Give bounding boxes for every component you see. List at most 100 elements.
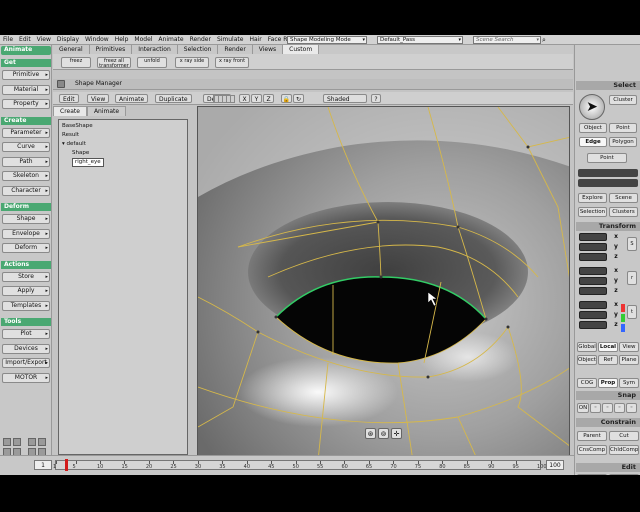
- snap-curve-icon[interactable]: ◦: [614, 403, 625, 413]
- explore-clusters-button[interactable]: Clusters: [609, 207, 638, 217]
- plot-button[interactable]: Plot ▸: [2, 329, 50, 339]
- freez-button[interactable]: freez: [61, 57, 91, 68]
- constrain-cnscomp-button[interactable]: CnsComp: [577, 445, 607, 455]
- select-point-button[interactable]: Point: [609, 123, 637, 133]
- explore-selection-button[interactable]: Selection: [578, 207, 607, 217]
- window-menu-icon[interactable]: [57, 80, 65, 88]
- timeline-ruler[interactable]: 1 5 10 15 20 25 30 35 40 45 50 55 60 65 70 75 80 85 90 95 10…: [53, 460, 547, 470]
- menu-render[interactable]: Render: [190, 36, 211, 43]
- tab-selection[interactable]: Selection: [178, 45, 219, 54]
- select-polygon-button[interactable]: Polygon: [609, 137, 637, 147]
- ref-cog-button[interactable]: COG: [577, 378, 597, 388]
- refresh-icon[interactable]: ↻: [293, 94, 304, 103]
- apply-button[interactable]: Apply ▸: [2, 286, 50, 296]
- tab-views[interactable]: Views: [253, 45, 284, 54]
- section-header-create[interactable]: Create: [1, 116, 51, 125]
- ref-sym-button[interactable]: Sym: [619, 378, 639, 388]
- transform-S-button[interactable]: S: [627, 237, 637, 251]
- ref-view-button[interactable]: View: [619, 342, 639, 352]
- envelope-button[interactable]: Envelope ▸: [2, 228, 50, 239]
- search-icon[interactable]: ⌕: [542, 36, 550, 44]
- menu-edit[interactable]: Edit: [19, 36, 31, 43]
- menu-model[interactable]: Model: [134, 36, 152, 43]
- tab-custom[interactable]: Custom: [283, 45, 320, 54]
- timeline-end-field[interactable]: 100: [546, 460, 564, 470]
- 3d-viewport[interactable]: [197, 106, 570, 460]
- select-cluster-button[interactable]: Cluster: [609, 95, 637, 105]
- module-dropdown[interactable]: Animate: [1, 46, 51, 55]
- filter-field[interactable]: [578, 169, 638, 177]
- tab-interaction[interactable]: Interaction: [132, 45, 178, 54]
- constrain-parent-button[interactable]: Parent: [577, 431, 607, 441]
- lock-icon[interactable]: 🔒: [281, 94, 292, 103]
- transform-t-button[interactable]: t: [627, 305, 637, 319]
- snap-options-icon[interactable]: ◦: [626, 403, 637, 413]
- shading-dropdown[interactable]: Shaded: [323, 94, 367, 103]
- ref-local-button[interactable]: Local: [598, 342, 618, 352]
- character-button[interactable]: Character ▸: [2, 185, 50, 196]
- playhead[interactable]: [64, 459, 68, 471]
- sm-menu-duplicate[interactable]: Duplicate: [155, 94, 192, 103]
- transform-r-x-field[interactable]: [579, 267, 607, 275]
- menu-window[interactable]: Window: [85, 36, 109, 43]
- explore-explore-button[interactable]: Explore: [578, 193, 607, 203]
- select-arrow-icon[interactable]: ➤: [579, 94, 605, 120]
- deform-button[interactable]: Deform ▸: [2, 243, 50, 253]
- tab-render[interactable]: Render: [218, 45, 253, 54]
- transform-r-z-field[interactable]: [579, 287, 607, 295]
- transform-t-x-field[interactable]: [579, 301, 607, 309]
- layout-icon[interactable]: [38, 438, 46, 446]
- layout-icon[interactable]: [28, 438, 36, 446]
- menu-simulate[interactable]: Simulate: [217, 36, 244, 43]
- filter-field-2[interactable]: [578, 179, 638, 187]
- zoom-icon[interactable]: ⊚: [378, 428, 389, 439]
- store-button[interactable]: Store ▸: [2, 271, 50, 282]
- tree-node-right-eye[interactable]: right_eye: [62, 158, 184, 167]
- tab-general[interactable]: General: [53, 45, 90, 54]
- ref-ref-button[interactable]: Ref: [598, 355, 618, 365]
- transform-S-x-field[interactable]: [579, 233, 607, 241]
- parameter-button[interactable]: Parameter ▸: [2, 127, 50, 138]
- freez-all-transformer-button[interactable]: freez all transformer: [97, 57, 131, 68]
- mode-dropdown[interactable]: Shape Modeling Mode: [287, 36, 367, 44]
- devices-button[interactable]: Devices ▸: [2, 343, 50, 354]
- edit-group-button[interactable]: Group: [609, 474, 639, 475]
- snap-on-button[interactable]: ON: [577, 403, 589, 413]
- section-header-actions[interactable]: Actions: [1, 260, 51, 269]
- select-point-button[interactable]: Point: [587, 153, 627, 163]
- snap-point-icon[interactable]: ◦: [602, 403, 613, 413]
- tab-primitives[interactable]: Primitives: [90, 45, 133, 54]
- sm-tab-create[interactable]: Create: [53, 106, 87, 116]
- tree-node-baseshape[interactable]: BaseShape: [62, 122, 184, 131]
- menu-view[interactable]: View: [37, 36, 51, 43]
- curve-button[interactable]: Curve ▸: [2, 142, 50, 152]
- tree-node-default[interactable]: ▾ default: [62, 140, 184, 149]
- templates-button[interactable]: Templates ▸: [2, 300, 50, 311]
- menu-help[interactable]: Help: [115, 36, 129, 43]
- material-button[interactable]: Material ▸: [2, 84, 50, 95]
- select-object-button[interactable]: Object: [579, 123, 607, 133]
- motor-button[interactable]: MOTOR ▸: [2, 372, 50, 383]
- menu-display[interactable]: Display: [57, 36, 79, 43]
- sm-menu-animate[interactable]: Animate: [115, 94, 149, 103]
- transform-t-z-field[interactable]: [579, 321, 607, 329]
- axis-z-button[interactable]: Z: [263, 94, 274, 103]
- orbit-icon[interactable]: ⊛: [365, 428, 376, 439]
- explore-scene-button[interactable]: Scene: [609, 193, 638, 203]
- transform-S-y-field[interactable]: [579, 243, 607, 251]
- primitive-button[interactable]: Primitive ▸: [2, 70, 50, 80]
- transform-r-button[interactable]: r: [627, 271, 637, 285]
- constrain-chldcomp-button[interactable]: ChldComp: [609, 445, 639, 455]
- tree-node-result[interactable]: Result: [62, 131, 184, 140]
- constrain-cut-button[interactable]: Cut: [609, 431, 639, 441]
- help-icon[interactable]: ?: [371, 94, 381, 103]
- layout-icon[interactable]: [3, 438, 11, 446]
- snap-grid-icon[interactable]: ◦: [590, 403, 601, 413]
- transform-S-z-field[interactable]: [579, 253, 607, 261]
- tree-node-shape[interactable]: Shape: [62, 149, 184, 158]
- skeleton-button[interactable]: Skeleton ▸: [2, 171, 50, 181]
- section-header-get[interactable]: Get: [1, 59, 51, 67]
- pass-dropdown[interactable]: Default_Pass: [377, 36, 463, 44]
- section-header-deform[interactable]: Deform: [1, 203, 51, 211]
- pan-icon[interactable]: ✛: [391, 428, 402, 439]
